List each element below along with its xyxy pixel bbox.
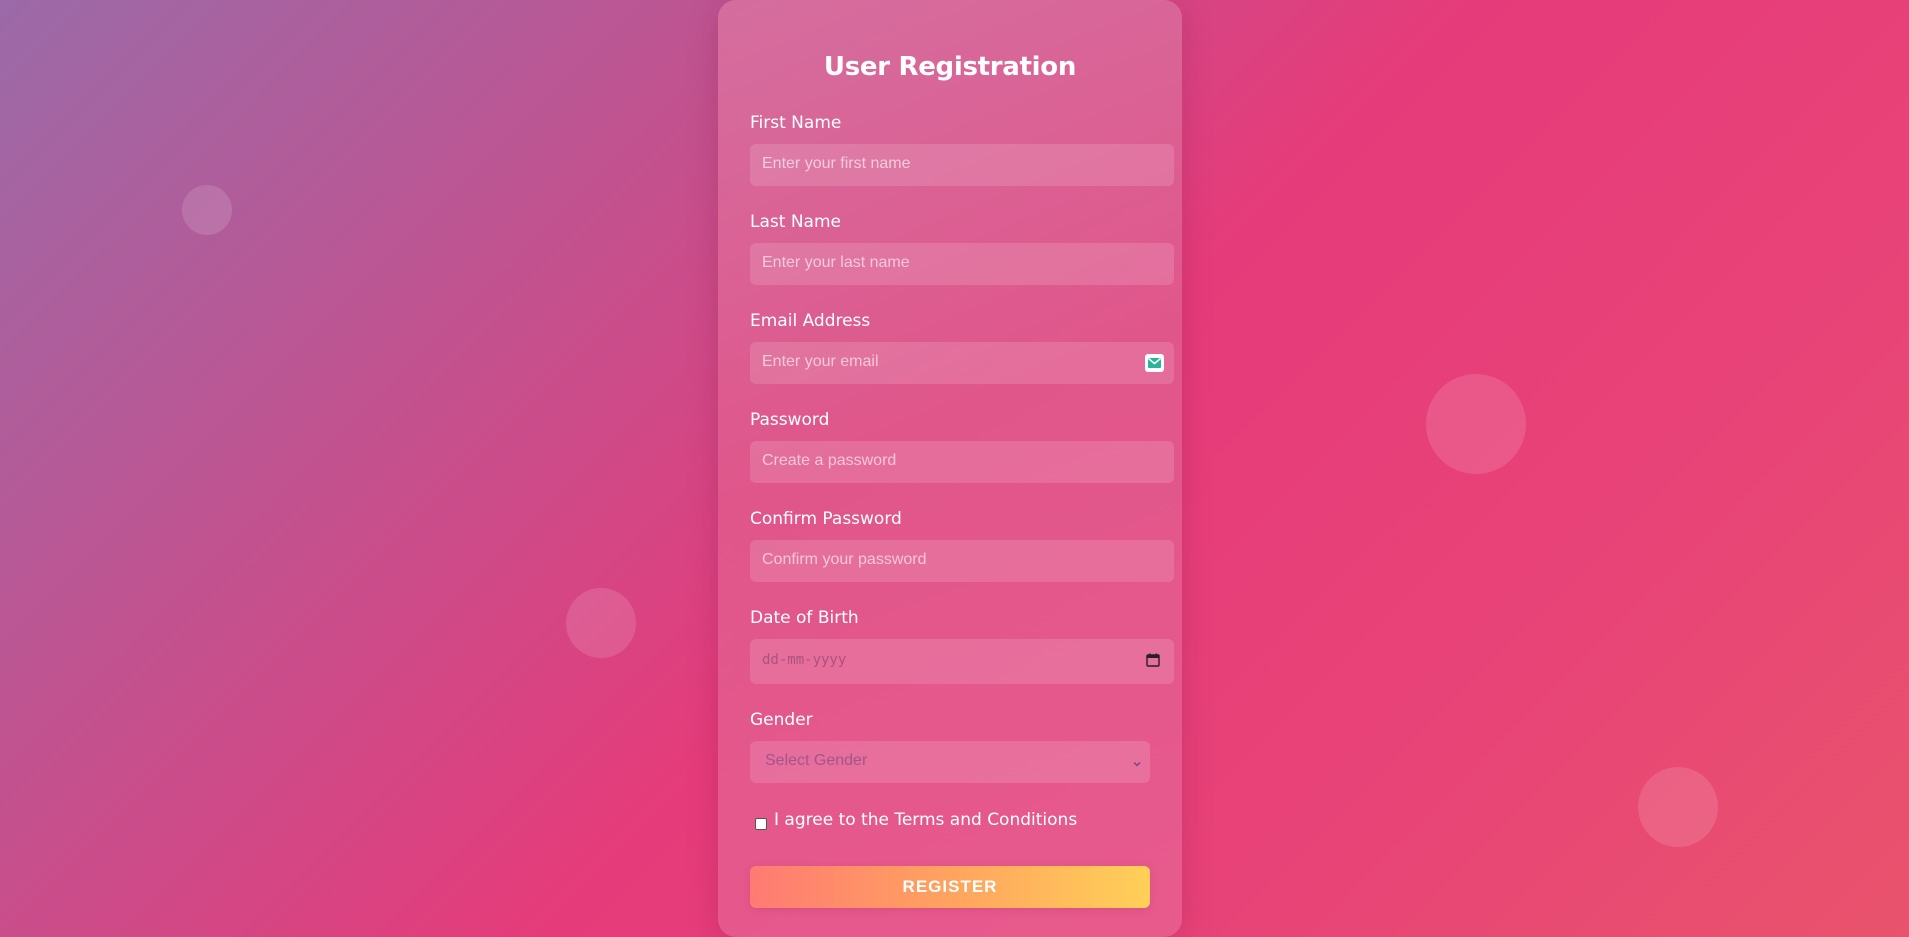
registration-card: User Registration First Name Enter your … xyxy=(718,0,1182,937)
password-label: Password xyxy=(750,410,830,430)
confirm-password-label: Confirm Password xyxy=(750,509,902,529)
decorative-bubble xyxy=(1638,767,1718,847)
form-title: User Registration xyxy=(823,52,1077,82)
date-of-birth-placeholder: dd-mm-yyyy xyxy=(762,652,847,668)
gender-label: Gender xyxy=(750,710,813,730)
password-input[interactable]: Create a password xyxy=(750,441,1174,483)
last-name-input[interactable]: Enter your last name xyxy=(750,243,1174,285)
gender-selected-value: Select Gender xyxy=(765,752,868,769)
last-name-label: Last Name xyxy=(750,212,841,232)
last-name-placeholder: Enter your last name xyxy=(762,254,910,271)
date-of-birth-label: Date of Birth xyxy=(750,608,859,628)
decorative-bubble xyxy=(566,588,636,658)
confirm-password-input[interactable]: Confirm your password xyxy=(750,540,1174,582)
terms-label[interactable]: I agree to the Terms and Conditions xyxy=(774,810,1077,830)
first-name-placeholder: Enter your first name xyxy=(762,155,911,172)
email-placeholder: Enter your email xyxy=(762,353,879,370)
calendar-icon[interactable] xyxy=(1146,653,1160,667)
confirm-password-placeholder: Confirm your password xyxy=(762,551,927,568)
register-button[interactable]: REGISTER xyxy=(750,866,1150,908)
email-input[interactable]: Enter your email xyxy=(750,342,1174,384)
first-name-input[interactable]: Enter your first name xyxy=(750,144,1174,186)
decorative-bubble xyxy=(182,185,232,235)
mail-icon xyxy=(1145,354,1164,372)
decorative-bubble xyxy=(1426,374,1526,474)
email-label: Email Address xyxy=(750,311,871,331)
gender-select[interactable]: Select Gender xyxy=(750,741,1150,783)
password-placeholder: Create a password xyxy=(762,452,897,469)
terms-checkbox[interactable] xyxy=(755,818,767,830)
date-of-birth-input[interactable]: dd-mm-yyyy xyxy=(750,639,1174,684)
chevron-down-icon xyxy=(1132,756,1142,767)
first-name-label: First Name xyxy=(750,113,842,133)
